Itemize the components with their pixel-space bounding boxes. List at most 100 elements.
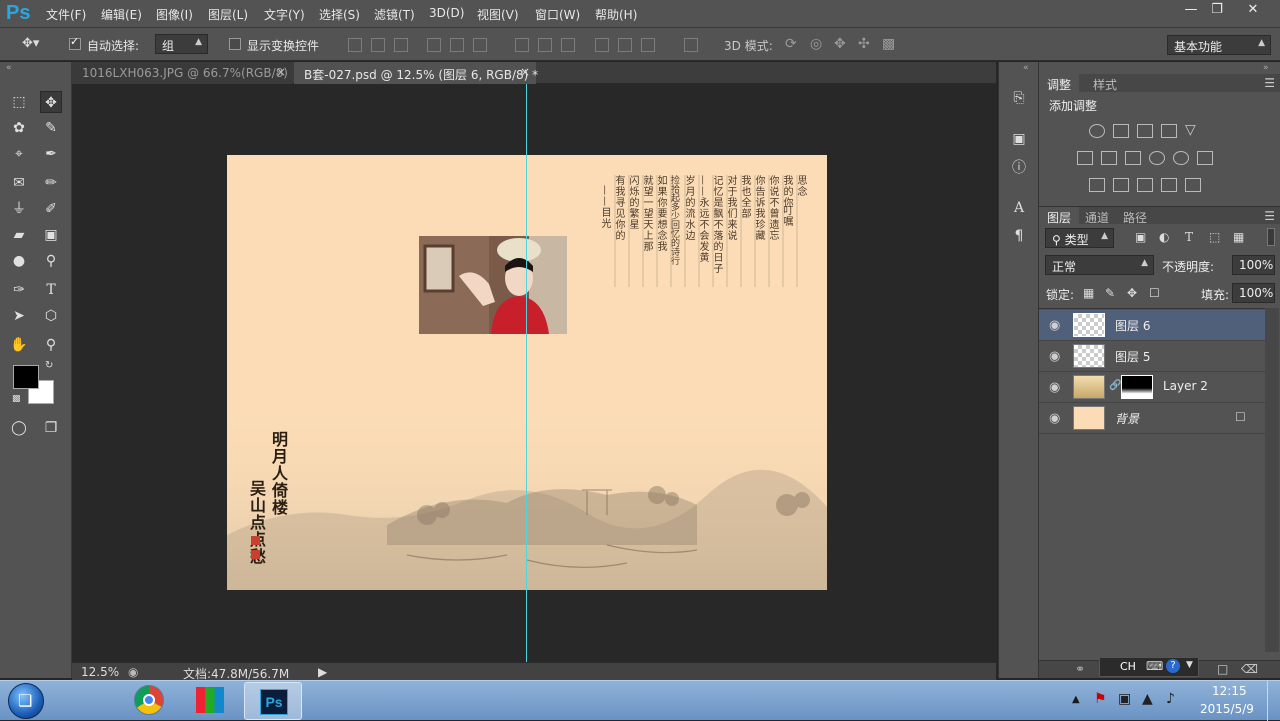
auto-select-dropdown[interactable]: 组 ▲ [155, 34, 208, 54]
channel-mixer-icon[interactable] [1173, 151, 1189, 165]
guide-line[interactable] [526, 84, 527, 662]
filter-toggle[interactable] [1267, 228, 1275, 246]
menu-filter[interactable]: 滤镜(T) [374, 6, 415, 23]
filter-type-icon[interactable]: T [1185, 230, 1193, 244]
clock-time[interactable]: 12:15 [1212, 684, 1247, 698]
photoshop-taskbar-button[interactable]: Ps [244, 682, 302, 720]
link-chain-icon[interactable]: 🔗 [1109, 380, 1121, 391]
layers-scrollbar[interactable] [1265, 308, 1279, 652]
auto-select-checkbox[interactable]: ✓ [69, 35, 81, 50]
show-desktop-button[interactable] [1267, 681, 1280, 721]
clock-date[interactable]: 2015/5/9 [1200, 702, 1254, 716]
roll-3d-icon[interactable]: ◎ [810, 36, 822, 52]
zoom-tool-icon[interactable]: ⚲ [40, 334, 62, 356]
foreground-color-top[interactable] [13, 365, 39, 389]
posterize-icon[interactable] [1113, 178, 1129, 192]
eyedropper-tool-icon[interactable]: ✒ [40, 143, 62, 165]
menu-image[interactable]: 图像(I) [156, 6, 193, 23]
collapse-icon[interactable]: « [1023, 63, 1029, 73]
distribute-right-icon[interactable] [641, 38, 655, 52]
tab-1016lxh063[interactable]: 1016LXH063.JPG @ 66.7%(RGB/8) × [72, 62, 292, 84]
document-canvas[interactable]: 思念 我的你 叮嘱 你说不曾遗忘 你告诉我珍藏 我也全部 对于我们来说 记忆是飘… [227, 155, 827, 590]
scale-3d-icon[interactable]: ▩ [882, 36, 895, 52]
quick-mask-icon[interactable]: ◯ [8, 417, 30, 439]
layer-row[interactable]: ◉ 背景 ☐ [1039, 403, 1265, 434]
distribute-hcenter-icon[interactable] [618, 38, 632, 52]
lock-image-icon[interactable]: ✎ [1105, 286, 1115, 300]
layer-filter-dropdown[interactable]: ⚲ 类型 ▲ [1045, 228, 1114, 248]
move-tool-icon[interactable]: ✥▾ [22, 36, 39, 51]
chevron-down-icon[interactable]: ▼ [1186, 660, 1193, 670]
panel-menu-icon[interactable]: ☰ [1264, 209, 1275, 223]
menu-layer[interactable]: 图层(L) [208, 6, 248, 23]
distribute-vcenter-icon[interactable] [538, 38, 552, 52]
zoom-level[interactable]: 12.5% [81, 665, 119, 679]
distribute-top-icon[interactable] [515, 38, 529, 52]
close-icon[interactable]: × [520, 65, 530, 79]
menu-3d[interactable]: 3D(D) [429, 6, 464, 20]
filter-adjustment-icon[interactable]: ◐ [1159, 230, 1169, 244]
color-lookup-icon[interactable] [1197, 151, 1213, 165]
brightness-icon[interactable] [1089, 124, 1105, 138]
info-panel-icon[interactable]: ⓘ [1009, 158, 1029, 178]
history-brush-tool-icon[interactable]: ✐ [40, 198, 62, 220]
opacity-input[interactable]: 100% [1232, 255, 1275, 275]
new-layer-icon[interactable]: □ [1217, 662, 1228, 676]
screen-mode-icon[interactable]: ❐ [40, 417, 62, 439]
align-vcenter-icon[interactable] [371, 38, 385, 52]
exposure-icon[interactable] [1161, 124, 1177, 138]
swap-colors-icon[interactable]: ↻ [45, 360, 53, 371]
keyboard-icon[interactable]: ⌨ [1146, 659, 1163, 673]
start-button[interactable]: ❏ [8, 683, 44, 719]
vibrance-icon[interactable]: ▽ [1185, 123, 1201, 138]
collapse-icon[interactable]: » [1263, 63, 1269, 73]
close-window-button[interactable]: ✕ [1238, 0, 1268, 20]
invert-icon[interactable] [1089, 178, 1105, 192]
workspace-dropdown[interactable]: 基本功能 ▲ [1167, 35, 1271, 55]
close-icon[interactable]: × [276, 65, 286, 79]
curves-icon[interactable] [1137, 124, 1153, 138]
menu-file[interactable]: 文件(F) [46, 6, 86, 23]
play-arrow-icon[interactable]: ▶ [318, 665, 327, 679]
auto-align-icon[interactable] [684, 38, 698, 52]
tab-channels[interactable]: 通道 [1077, 207, 1117, 225]
quick-select-tool-icon[interactable]: ✎ [40, 117, 62, 139]
lock-all-icon[interactable]: ☐ [1149, 286, 1160, 300]
align-hcenter-icon[interactable] [450, 38, 464, 52]
show-transform-checkbox[interactable] [229, 38, 241, 50]
menu-select[interactable]: 选择(S) [319, 6, 360, 23]
default-colors-icon[interactable]: ▩ [12, 394, 21, 404]
filter-smart-object-icon[interactable]: ▦ [1233, 230, 1244, 244]
type-tool-icon[interactable]: T [40, 279, 62, 301]
path-select-tool-icon[interactable]: ➤ [8, 305, 30, 327]
filter-shape-icon[interactable]: ⬚ [1209, 230, 1220, 244]
tab-b-027-psd[interactable]: B套-027.psd @ 12.5% (图层 6, RGB/8) * × [294, 62, 538, 84]
dodge-tool-icon[interactable]: ⚲ [40, 250, 62, 272]
photo-filter-icon[interactable] [1149, 151, 1165, 165]
filter-pixel-icon[interactable]: ▣ [1135, 230, 1146, 244]
brush-tool-icon[interactable]: ✏ [40, 172, 62, 194]
clone-stamp-tool-icon[interactable]: ⏚ [8, 198, 30, 220]
history-panel-icon[interactable]: ⎘ [1009, 88, 1029, 108]
blur-tool-icon[interactable]: ● [8, 250, 30, 272]
app-taskbar-icon[interactable] [196, 687, 224, 713]
tab-adjustments[interactable]: 调整 [1039, 74, 1080, 92]
lasso-tool-icon[interactable]: ✿ [8, 117, 30, 139]
ime-language[interactable]: CH [1120, 660, 1136, 673]
tab-styles[interactable]: 样式 [1085, 74, 1125, 92]
drag-3d-icon[interactable]: ✥ [834, 36, 846, 52]
visibility-eye-icon[interactable]: ◉ [1049, 380, 1060, 395]
rotate-3d-icon[interactable]: ⟳ [785, 36, 797, 52]
layer-row[interactable]: ◉ 图层 6 [1039, 310, 1265, 341]
lock-transparency-icon[interactable]: ▦ [1083, 286, 1094, 300]
hue-saturation-icon[interactable] [1077, 151, 1093, 165]
chrome-taskbar-icon[interactable] [134, 685, 164, 715]
align-top-icon[interactable] [348, 38, 362, 52]
layer-mask-thumbnail[interactable] [1121, 375, 1153, 399]
trash-icon[interactable]: ⌫ [1241, 662, 1258, 676]
network-icon[interactable]: ▲ [1142, 691, 1153, 707]
layer-row[interactable]: ◉ 图层 5 [1039, 341, 1265, 372]
gradient-tool-icon[interactable]: ▣ [40, 224, 62, 246]
help-icon[interactable]: ? [1166, 659, 1180, 673]
menu-help[interactable]: 帮助(H) [595, 6, 637, 23]
